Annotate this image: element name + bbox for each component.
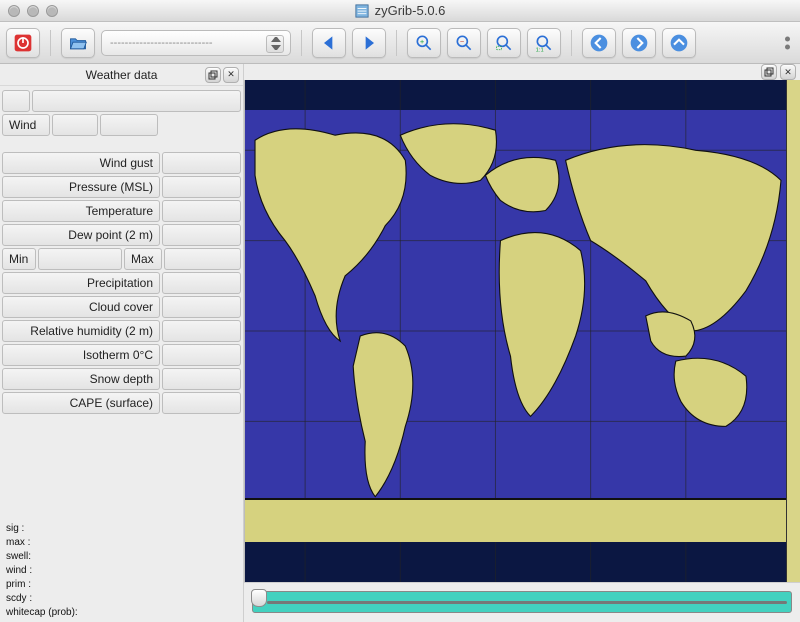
- window-title: zyGrib-5.0.6: [375, 3, 446, 18]
- row-temperature[interactable]: Temperature: [2, 200, 241, 222]
- row-cloudcover[interactable]: Cloud cover: [2, 296, 241, 318]
- traffic-zoom[interactable]: [46, 5, 58, 17]
- step-forward-button[interactable]: [352, 28, 386, 58]
- map-colorbar: [786, 80, 800, 582]
- close-panel-button[interactable]: [223, 67, 239, 83]
- main-area: Weather data Wind Wind gust: [0, 64, 800, 622]
- svg-text:+: +: [420, 36, 425, 45]
- world-map[interactable]: [244, 80, 786, 582]
- map-close-button[interactable]: [780, 64, 796, 80]
- zoom-in-button[interactable]: +: [407, 28, 441, 58]
- row-dewpoint[interactable]: Dew point (2 m): [2, 224, 241, 246]
- date-selector-combo[interactable]: ----------------------------: [101, 30, 291, 56]
- slider-knob[interactable]: [251, 589, 267, 607]
- panel-header: Weather data: [0, 64, 243, 86]
- time-slider-bar: [244, 582, 800, 622]
- map-undock-button[interactable]: [761, 64, 777, 80]
- nav-up-button[interactable]: [662, 28, 696, 58]
- toolbar: ---------------------------- + − 1:1: [0, 22, 800, 64]
- sidebar: Weather data Wind Wind gust: [0, 64, 244, 622]
- row-wind-gust[interactable]: Wind gust: [2, 152, 241, 174]
- row-pressure[interactable]: Pressure (MSL): [2, 176, 241, 198]
- step-back-button[interactable]: [312, 28, 346, 58]
- nav-back-button[interactable]: [582, 28, 616, 58]
- power-button[interactable]: [6, 28, 40, 58]
- row-precipitation[interactable]: Precipitation: [2, 272, 241, 294]
- combo-placeholder: ----------------------------: [110, 37, 213, 49]
- svg-text:1:1: 1:1: [536, 47, 544, 53]
- traffic-close[interactable]: [8, 5, 20, 17]
- row-snowdepth[interactable]: Snow depth: [2, 368, 241, 390]
- time-slider[interactable]: [252, 591, 792, 613]
- svg-text:−: −: [460, 36, 465, 45]
- panel-title: Weather data: [86, 68, 158, 82]
- toolbar-overflow-icon[interactable]: [785, 36, 790, 49]
- zoom-fit-button[interactable]: [487, 28, 521, 58]
- row-relhumidity[interactable]: Relative humidity (2 m): [2, 320, 241, 342]
- zoom-out-button[interactable]: −: [447, 28, 481, 58]
- zoom-reset-button[interactable]: 1:1: [527, 28, 561, 58]
- open-file-button[interactable]: [61, 28, 95, 58]
- row-cape[interactable]: CAPE (surface): [2, 392, 241, 414]
- weather-parameter-list: Wind Wind gust Pressure (MSL) Temperatur…: [0, 86, 243, 418]
- undock-button[interactable]: [205, 67, 221, 83]
- window-controls: [8, 5, 58, 17]
- app-icon: [355, 4, 369, 18]
- row-wind[interactable]: Wind: [2, 114, 241, 136]
- row-isotherm[interactable]: Isotherm 0°C: [2, 344, 241, 366]
- map-panel: [244, 64, 800, 622]
- titlebar: zyGrib-5.0.6: [0, 0, 800, 22]
- row-minmax[interactable]: Min Max: [2, 248, 241, 270]
- traffic-minimize[interactable]: [27, 5, 39, 17]
- nav-forward-button[interactable]: [622, 28, 656, 58]
- combo-stepper-icon: [271, 37, 281, 50]
- wave-legend: sig : max : swell: wind : prim : scdy : …: [0, 520, 243, 622]
